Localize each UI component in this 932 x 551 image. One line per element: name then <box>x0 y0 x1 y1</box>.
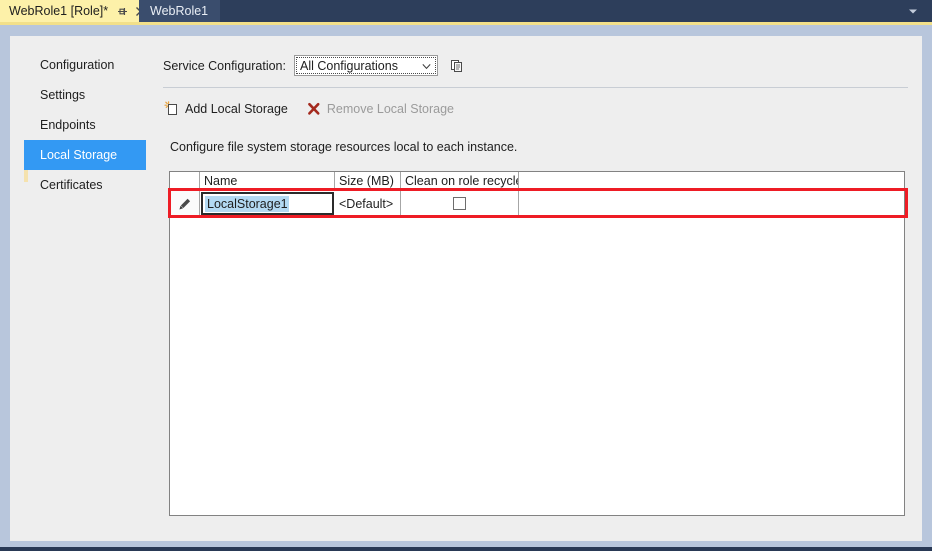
remove-local-storage-label: Remove Local Storage <box>327 102 454 116</box>
sidebar-item-certificates[interactable]: Certificates <box>14 170 146 200</box>
section-divider <box>163 87 908 88</box>
name-input-value: LocalStorage1 <box>205 196 289 212</box>
sidebar-item-label: Settings <box>40 88 85 102</box>
sidebar-item-local-storage[interactable]: Local Storage <box>24 140 146 170</box>
cell-filler <box>519 191 904 217</box>
tab-webrole1-role[interactable]: WebRole1 [Role]* <box>0 0 153 22</box>
cell-clean-on-role-recycle[interactable] <box>401 191 519 217</box>
name-input[interactable]: LocalStorage1 <box>201 192 334 215</box>
service-configuration-label: Service Configuration: <box>163 59 286 73</box>
grid-header-clean-on-role-recycle[interactable]: Clean on role recycle <box>401 172 519 191</box>
tab-webrole1-role-label: WebRole1 [Role]* <box>9 0 108 22</box>
grid-header-row-indicator <box>170 172 200 191</box>
visual-studio-role-designer-window: WebRole1 [Role]* WebRole1 <box>0 0 932 551</box>
pin-icon[interactable] <box>116 5 129 18</box>
document-tab-strip: WebRole1 [Role]* WebRole1 <box>0 0 932 22</box>
local-storage-grid: Name Size (MB) Clean on role recycle <box>169 171 905 516</box>
cell-name[interactable]: LocalStorage1 <box>200 191 335 217</box>
add-page-icon <box>164 101 180 117</box>
sidebar-item-label: Endpoints <box>40 118 96 132</box>
service-configuration-value: All Configurations <box>300 59 398 73</box>
grid-header-row: Name Size (MB) Clean on role recycle <box>170 172 904 191</box>
grid-header-name[interactable]: Name <box>200 172 335 191</box>
role-designer-panel: Configuration Settings Endpoints Local S… <box>10 36 922 541</box>
designer-sidebar: Configuration Settings Endpoints Local S… <box>10 36 150 541</box>
page-description: Configure file system storage resources … <box>170 140 517 154</box>
cell-size[interactable]: <Default> <box>335 191 401 217</box>
clean-on-role-recycle-checkbox[interactable] <box>453 197 466 210</box>
local-storage-toolbar: Add Local Storage Remove Local Storage <box>164 101 472 117</box>
pencil-edit-icon <box>170 191 200 217</box>
window-chrome: Configuration Settings Endpoints Local S… <box>0 25 932 551</box>
tab-webrole1-label: WebRole1 <box>150 0 208 22</box>
local-storage-page: Service Configuration: All Configuration… <box>150 36 922 541</box>
sidebar-item-settings[interactable]: Settings <box>14 80 146 110</box>
chevron-down-icon[interactable] <box>422 56 431 77</box>
service-configuration-select[interactable]: All Configurations <box>294 55 438 76</box>
remove-local-storage-button[interactable]: Remove Local Storage <box>306 101 454 117</box>
grid-header-size[interactable]: Size (MB) <box>335 172 401 191</box>
sidebar-item-label: Configuration <box>40 58 114 72</box>
service-configuration-row: Service Configuration: All Configuration… <box>163 55 466 76</box>
add-local-storage-button[interactable]: Add Local Storage <box>164 101 288 117</box>
grid-header-filler <box>519 172 904 191</box>
table-row[interactable]: LocalStorage1 <Default> <box>170 191 904 217</box>
tab-webrole1[interactable]: WebRole1 <box>139 0 220 22</box>
sidebar-item-label: Local Storage <box>40 148 117 162</box>
sidebar-item-endpoints[interactable]: Endpoints <box>14 110 146 140</box>
sidebar-item-label: Certificates <box>40 178 103 192</box>
add-local-storage-label: Add Local Storage <box>185 102 288 116</box>
chevron-down-icon[interactable] <box>903 0 923 22</box>
red-x-icon <box>306 101 322 117</box>
sidebar-item-configuration[interactable]: Configuration <box>14 50 146 80</box>
copy-configuration-icon[interactable] <box>448 57 466 75</box>
